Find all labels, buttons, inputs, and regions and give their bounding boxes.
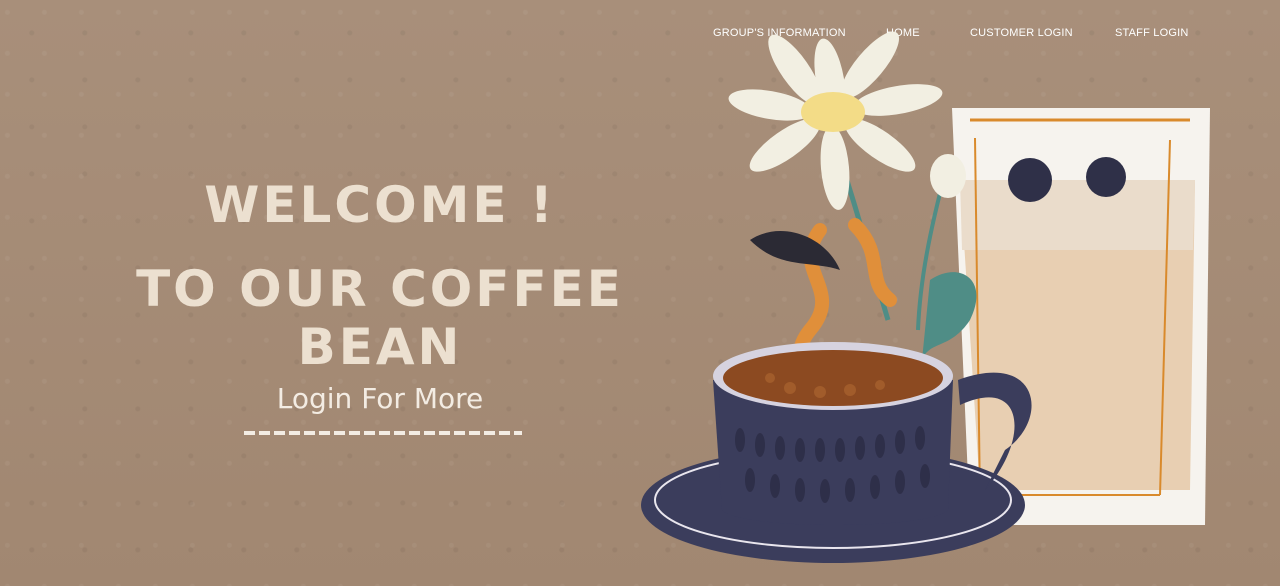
welcome-heading: WELCOME ! [204, 176, 556, 234]
daisy-icon [728, 31, 977, 360]
dashed-underline [244, 431, 522, 435]
coffee-illustration [641, 31, 1210, 563]
login-for-more-link[interactable]: Login For More [240, 382, 520, 415]
coffee-bean-heading: TO OUR COFFEE BEAN [136, 260, 624, 376]
iced-latte-glass-icon [952, 108, 1210, 525]
